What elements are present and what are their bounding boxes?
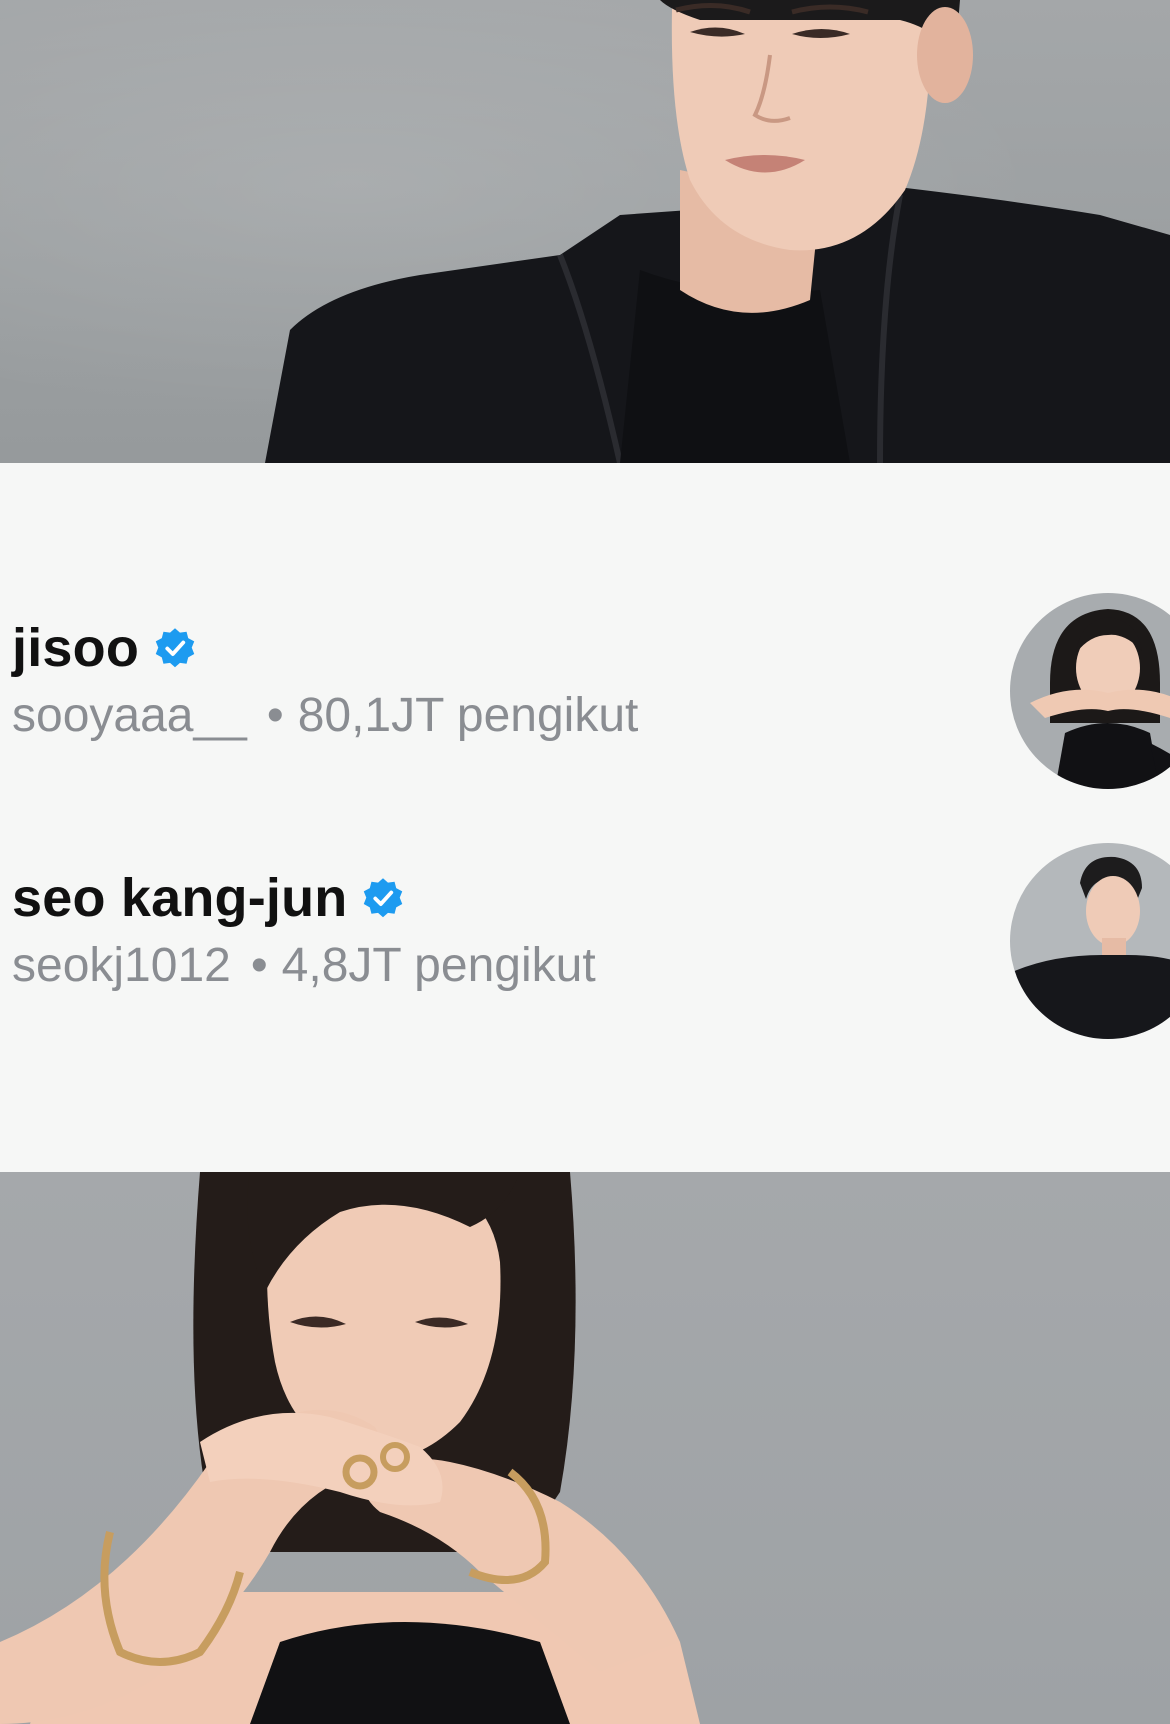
account-row[interactable]: seo kang-jun seokj1012 • 4,8JT pengikut — [0, 843, 1170, 1063]
follower-count: 80,1JT pengikut — [297, 689, 639, 742]
username: seokj1012 — [12, 939, 231, 992]
account-row[interactable]: jisoo sooyaaa__ • 80,1JT pengikut — [0, 593, 1170, 813]
verified-badge-icon — [155, 628, 195, 668]
separator-dot: • — [250, 939, 268, 992]
display-name[interactable]: jisoo — [12, 613, 139, 683]
name-row: jisoo — [12, 613, 197, 683]
name-row: seo kang-jun — [12, 863, 405, 933]
account-list-card: jisoo sooyaaa__ • 80,1JT pengikut seo ka… — [0, 463, 1170, 1172]
follower-count: 4,8JT pengikut — [281, 939, 596, 992]
post-photo-top[interactable] — [0, 0, 1170, 463]
avatar-man-image — [1010, 843, 1170, 1039]
display-name[interactable]: seo kang-jun — [12, 863, 347, 933]
man-portrait-illustration — [265, 0, 1170, 463]
avatar[interactable] — [1010, 843, 1170, 1039]
woman-portrait-illustration — [0, 1172, 700, 1724]
avatar-woman-image — [1010, 593, 1170, 789]
separator-dot: • — [266, 689, 284, 742]
account-meta: seokj1012 • 4,8JT pengikut — [12, 935, 596, 997]
avatar[interactable] — [1010, 593, 1170, 789]
account-meta: sooyaaa__ • 80,1JT pengikut — [12, 685, 638, 747]
verified-badge-icon — [364, 878, 403, 918]
username: sooyaaa__ — [12, 689, 247, 742]
screen: jisoo sooyaaa__ • 80,1JT pengikut seo ka… — [0, 0, 1170, 1724]
post-photo-bottom[interactable] — [0, 1172, 1170, 1724]
